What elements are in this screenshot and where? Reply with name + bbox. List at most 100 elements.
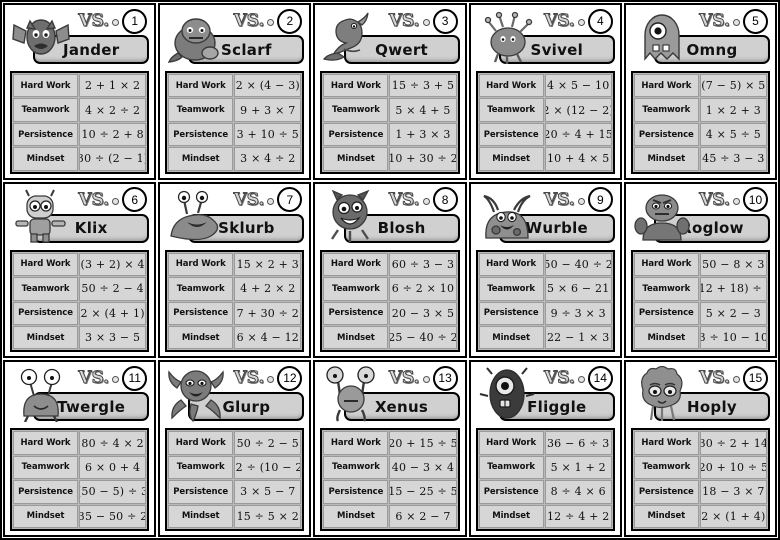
stat-expression: 7 + 30 ÷ 2 xyxy=(234,301,302,325)
monster-card[interactable]: VS. 2 Sclarf Hard Work 2 × (4 − 3) Teamw… xyxy=(158,3,312,180)
stat-label: Mindset xyxy=(478,504,544,529)
stat-label: Mindset xyxy=(633,147,699,171)
stat-expression: 2 × (4 + 1) xyxy=(79,301,147,325)
stat-row: Persistence 1 + 3 × 3 xyxy=(323,122,457,147)
stat-expression: 40 − 3 × 4 xyxy=(389,455,457,480)
vs-row: VS. 13 xyxy=(388,365,460,391)
vs-dot-icon xyxy=(112,376,120,384)
stat-row: Hard Work 2 × (4 − 3) xyxy=(168,74,302,98)
card-header-right: VS. 7 Sklurb xyxy=(188,187,305,243)
stat-label: Hard Work xyxy=(13,74,78,98)
stat-label: Hard Work xyxy=(633,74,699,98)
stat-row: Mindset 10 + 4 × 5 xyxy=(478,147,612,171)
stat-label: Hard Work xyxy=(633,431,699,455)
stat-row: Teamwork 5 × 4 + 5 xyxy=(323,98,457,122)
stats-table: Hard Work 60 ÷ 3 − 3 Teamwork 6 ÷ 2 × 10… xyxy=(320,249,460,353)
card-number-badge: 10 xyxy=(742,187,768,213)
stat-label: Persistence xyxy=(168,301,234,325)
stat-row: Teamwork 6 ÷ 2 × 10 xyxy=(323,277,457,301)
monster-card[interactable]: VS. 7 Sklurb Hard Work 15 × 2 + 3 Teamwo… xyxy=(158,181,312,359)
stat-label: Teamwork xyxy=(323,277,389,301)
monster-card[interactable]: VS. 9 Wurble Hard Work 50 − 40 ÷ 2 Teamw… xyxy=(468,181,622,359)
vs-row: VS. 5 xyxy=(699,8,770,34)
monster-card[interactable]: VS. 3 Qwert Hard Work 15 ÷ 3 + 5 Teamwor… xyxy=(313,3,467,180)
stat-expression: 45 ÷ 3 − 3 xyxy=(699,147,767,171)
stat-label: Mindset xyxy=(168,504,234,529)
stat-label: Persistence xyxy=(13,480,78,504)
stat-row: Persistence 18 − 3 × 7 xyxy=(633,480,767,504)
card-header-right: VS. 4 Svivel xyxy=(498,8,615,64)
stat-label: Teamwork xyxy=(323,98,389,122)
stat-expression: 3 + 10 ÷ 5 xyxy=(234,122,302,147)
vs-dot-icon xyxy=(112,197,120,205)
stats-table: Hard Work 2 + 1 × 2 Teamwork 4 × 2 ÷ 2 P… xyxy=(10,71,150,174)
stat-expression: 2 × (4 − 3) xyxy=(234,74,302,98)
card-header: VS. 3 Qwert xyxy=(320,8,460,67)
monster-card[interactable]: VS. 4 Svivel Hard Work 4 × 5 − 10 Teamwo… xyxy=(468,3,622,180)
monster-card[interactable]: VS. 10 Roglow Hard Work 50 − 8 × 3 Teamw… xyxy=(623,181,777,359)
card-header: VS. 7 Sklurb xyxy=(165,187,305,246)
vs-dot-icon xyxy=(732,376,740,384)
monster-card[interactable]: VS. 14 Fliggle Hard Work 36 − 6 ÷ 3 Team… xyxy=(468,360,622,537)
vs-row: VS. 9 xyxy=(544,187,615,213)
vs-dot-icon xyxy=(577,376,585,384)
vs-dot-icon xyxy=(422,19,430,26)
stat-row: Persistence 20 − 3 × 5 xyxy=(323,301,457,325)
stat-label: Persistence xyxy=(323,301,389,325)
stats-table: Hard Work 15 ÷ 3 + 5 Teamwork 5 × 4 + 5 … xyxy=(320,71,460,174)
stat-expression: 6 × 4 − 12 xyxy=(234,325,302,350)
stat-label: Hard Work xyxy=(13,431,78,455)
monster-card[interactable]: VS. 1 Jander Hard Work 2 + 1 × 2 Teamwor… xyxy=(3,3,157,180)
stat-label: Mindset xyxy=(478,325,544,350)
monster-card[interactable]: VS. 15 Hoply Hard Work 30 ÷ 2 + 14 Teamw… xyxy=(623,360,777,537)
card-header: VS. 5 Omng xyxy=(631,8,770,67)
slug-monster-icon xyxy=(165,188,227,244)
vs-label: VS. xyxy=(544,189,576,210)
stat-row: Persistence 5 × 2 − 3 xyxy=(633,301,767,325)
stat-row: Persistence 4 × 5 ÷ 5 xyxy=(633,122,767,147)
stat-label: Teamwork xyxy=(478,455,544,480)
stat-row: Teamwork 1 × 2 + 3 xyxy=(633,98,767,122)
card-number-badge: 12 xyxy=(277,365,303,391)
vs-row: VS. 3 xyxy=(388,8,460,34)
stat-row: Mindset 35 − 50 ÷ 2 xyxy=(13,504,147,529)
vs-label: VS. xyxy=(388,11,420,31)
card-header: VS. 12 Glurp xyxy=(165,365,305,424)
stat-label: Teamwork xyxy=(478,277,544,301)
stats-table: Hard Work 50 ÷ 2 − 5 Teamwork 32 ÷ (10 −… xyxy=(165,428,305,531)
monster-card[interactable]: VS. 11 Twergle Hard Work 80 ÷ 4 × 2 Team… xyxy=(3,360,157,537)
monster-card[interactable]: VS. 6 Klix Hard Work (3 + 2) × 4 Teamwor… xyxy=(3,181,157,359)
stat-row: Teamwork 4 + 2 × 2 xyxy=(168,277,302,301)
stat-expression: 20 + 10 ÷ 5 xyxy=(699,455,767,480)
stats-table: Hard Work 4 × 5 − 10 Teamwork 2 × (12 − … xyxy=(475,71,615,174)
stats-table: Hard Work 2 × (4 − 3) Teamwork 9 + 3 × 7… xyxy=(165,71,305,174)
vs-dot-icon xyxy=(577,19,585,26)
card-number-badge: 15 xyxy=(742,365,768,391)
card-number-badge: 11 xyxy=(122,365,148,391)
vs-row: VS. 8 xyxy=(388,187,460,213)
stat-row: Hard Work 4 × 5 − 10 xyxy=(478,74,612,98)
vs-dot-icon xyxy=(267,376,275,384)
stat-row: Hard Work 15 × 2 + 3 xyxy=(168,252,302,277)
vs-label: VS. xyxy=(233,189,265,210)
stat-row: Hard Work (7 − 5) × 5 xyxy=(633,74,767,98)
stat-label: Persistence xyxy=(168,480,234,504)
spiky-monster-icon xyxy=(476,9,538,65)
stat-row: Hard Work (3 + 2) × 4 xyxy=(13,252,147,277)
monster-card[interactable]: VS. 5 Omng Hard Work (7 − 5) × 5 Teamwor… xyxy=(623,3,777,180)
stat-row: Hard Work 60 ÷ 3 − 3 xyxy=(323,252,457,277)
stat-label: Teamwork xyxy=(633,98,699,122)
monster-card[interactable]: VS. 12 Glurp Hard Work 50 ÷ 2 − 5 Teamwo… xyxy=(158,360,312,537)
monster-card[interactable]: VS. 8 Blosh Hard Work 60 ÷ 3 − 3 Teamwor… xyxy=(313,181,467,359)
stat-label: Mindset xyxy=(168,325,234,350)
card-header-right: VS. 13 Xenus xyxy=(343,365,460,422)
monster-card[interactable]: VS. 13 Xenus Hard Work 20 + 15 ÷ 5 Teamw… xyxy=(313,360,467,537)
stat-label: Hard Work xyxy=(478,431,544,455)
stat-label: Hard Work xyxy=(13,252,78,277)
stat-row: Teamwork 20 + 10 ÷ 5 xyxy=(633,455,767,480)
stat-row: Mindset 3 ÷ 10 − 10 xyxy=(633,325,767,350)
stat-row: Hard Work 30 ÷ 2 + 14 xyxy=(633,431,767,455)
stat-row: Teamwork 2 × (12 − 2) xyxy=(478,98,612,122)
card-header: VS. 2 Sclarf xyxy=(165,8,305,67)
stat-row: Hard Work 50 − 8 × 3 xyxy=(633,252,767,277)
